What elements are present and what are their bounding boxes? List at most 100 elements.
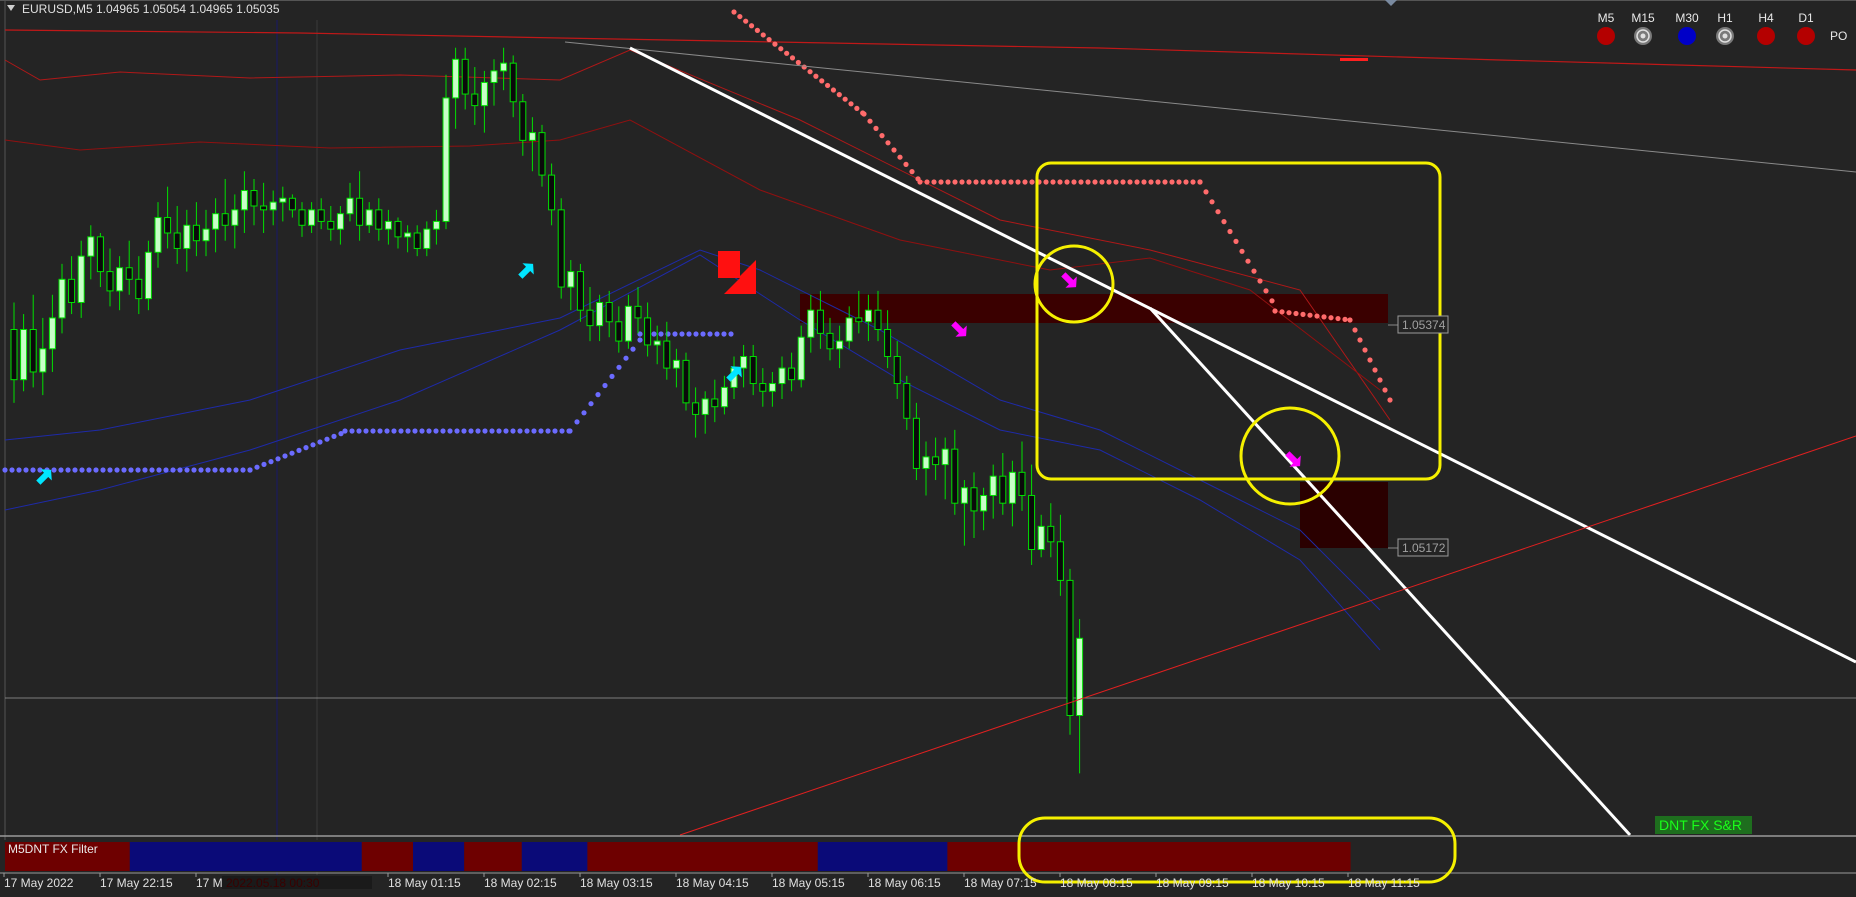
red-dot bbox=[1190, 179, 1196, 185]
blue-dot bbox=[23, 467, 29, 473]
blue-dot bbox=[282, 453, 288, 459]
blue-dot bbox=[51, 467, 57, 473]
indicator-name: M5DNT FX Filter bbox=[8, 842, 98, 856]
blue-dot bbox=[289, 450, 295, 456]
candle-bull bbox=[836, 340, 844, 350]
red-dot bbox=[1272, 308, 1278, 314]
blue-dot bbox=[475, 428, 481, 434]
tf-indicator-core bbox=[1722, 33, 1728, 39]
red-dot bbox=[1085, 179, 1091, 185]
blue-dot bbox=[219, 467, 225, 473]
blue-dot bbox=[623, 355, 629, 361]
blue-dot bbox=[616, 364, 622, 370]
red-dot bbox=[789, 55, 796, 61]
filter-segment-bear bbox=[587, 842, 818, 871]
candle-bear bbox=[1028, 494, 1036, 551]
candle-bear bbox=[759, 383, 767, 392]
filter-segment-bear bbox=[947, 842, 1351, 871]
candle-bull bbox=[231, 209, 239, 226]
axis-label: 18 May 01:15 bbox=[388, 876, 461, 890]
blue-dot bbox=[426, 428, 432, 434]
blue-dot bbox=[275, 456, 281, 462]
candle-bear bbox=[951, 448, 959, 504]
blue-dot bbox=[205, 467, 211, 473]
blue-dot bbox=[672, 331, 678, 337]
candle-bull bbox=[144, 251, 152, 300]
price-chart[interactable]: 1.05374 1.05172 EURUSD,M5 1.04965 1.0505… bbox=[0, 0, 1856, 897]
candle-bull bbox=[960, 487, 968, 504]
blue-dot bbox=[247, 467, 253, 473]
red-dot bbox=[825, 82, 831, 89]
red-dot bbox=[1335, 315, 1341, 322]
candle-bull bbox=[116, 267, 124, 292]
candle-bull bbox=[989, 475, 997, 496]
blue-dot bbox=[700, 331, 706, 337]
blue-dot bbox=[128, 467, 134, 473]
resistance-zone-upper bbox=[800, 294, 1388, 323]
red-dot bbox=[952, 179, 958, 185]
red-dot bbox=[1183, 179, 1189, 185]
candle-bear bbox=[576, 271, 584, 311]
axis-label: 18 May 04:15 bbox=[676, 876, 749, 890]
red-dot bbox=[854, 105, 860, 111]
candle-bull bbox=[336, 213, 344, 230]
red-dot bbox=[795, 59, 801, 66]
blue-dot bbox=[93, 467, 99, 473]
red-dot bbox=[1300, 311, 1306, 317]
blue-dot bbox=[510, 428, 516, 434]
blue-dot bbox=[405, 428, 411, 434]
red-dot bbox=[1387, 397, 1393, 403]
blue-dot bbox=[261, 461, 267, 467]
blue-dot bbox=[79, 467, 85, 473]
blue-dot bbox=[349, 428, 355, 434]
candle-bull bbox=[701, 398, 709, 415]
candle-bear bbox=[855, 317, 863, 323]
blue-dot bbox=[468, 428, 474, 434]
red-dot bbox=[1233, 238, 1239, 244]
crosshair-date: 2022.05.18 00:30 bbox=[226, 876, 320, 890]
blue-dot bbox=[630, 346, 636, 352]
chart-window: 1.05374 1.05172 EURUSD,M5 1.04965 1.0505… bbox=[0, 0, 1856, 897]
candle-bear bbox=[192, 224, 200, 242]
candle-bear bbox=[288, 197, 296, 211]
candle-bear bbox=[10, 329, 18, 381]
blue-dot bbox=[370, 428, 376, 434]
candle-bull bbox=[567, 271, 575, 288]
red-dot bbox=[1382, 387, 1388, 393]
red-dot bbox=[1372, 367, 1378, 373]
red-dot bbox=[867, 118, 873, 124]
red-dot bbox=[801, 64, 807, 70]
blue-dot bbox=[191, 467, 197, 473]
blue-dot bbox=[240, 467, 246, 473]
candle-bear bbox=[711, 398, 719, 408]
blue-dot bbox=[588, 401, 594, 407]
red-dot bbox=[1015, 179, 1021, 185]
red-dot bbox=[885, 140, 891, 146]
blue-dot bbox=[567, 428, 573, 434]
candle-bear bbox=[788, 367, 796, 381]
blue-dot bbox=[531, 428, 537, 434]
blue-dot bbox=[184, 467, 190, 473]
blue-dot bbox=[384, 428, 390, 434]
red-dot bbox=[1245, 258, 1251, 264]
candle-bear bbox=[327, 220, 335, 230]
red-dot bbox=[1251, 268, 1257, 274]
blue-dot bbox=[595, 392, 601, 398]
candle-bull bbox=[778, 367, 786, 385]
tf-label-m30: M30 bbox=[1675, 11, 1699, 25]
candle-bear bbox=[586, 309, 594, 327]
red-dot bbox=[945, 179, 951, 185]
candle-bull bbox=[269, 201, 277, 211]
blue-dot bbox=[121, 467, 127, 473]
candle-bear bbox=[634, 305, 642, 319]
blue-dot bbox=[142, 467, 148, 473]
candle-bear bbox=[519, 101, 527, 141]
blue-dot bbox=[149, 467, 155, 473]
top-border bbox=[0, 0, 1856, 1]
red-dot bbox=[861, 111, 867, 117]
tf-label-h1: H1 bbox=[1717, 11, 1733, 25]
red-dot bbox=[1022, 179, 1028, 185]
red-dot bbox=[1155, 179, 1161, 185]
blue-dot bbox=[496, 428, 502, 434]
candle-bear bbox=[970, 487, 978, 512]
